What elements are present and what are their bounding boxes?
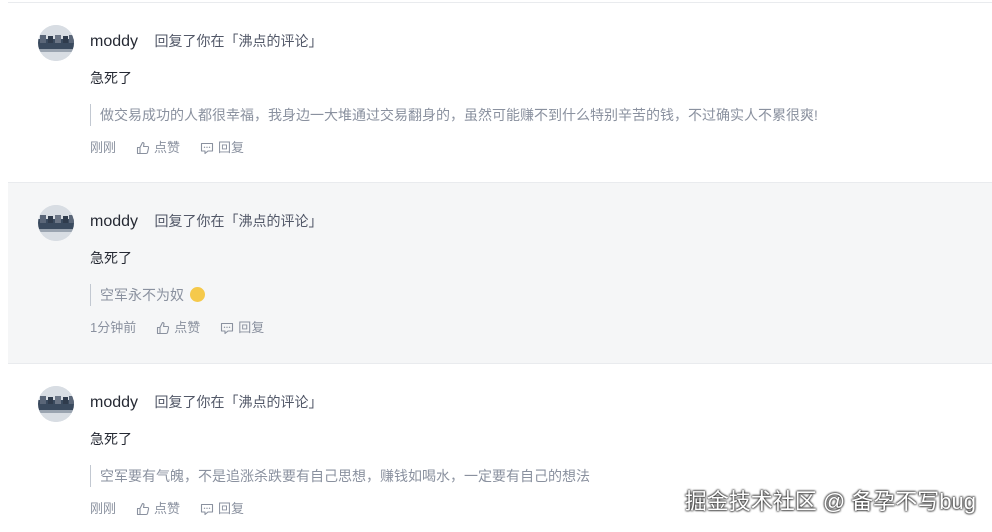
quoted-comment[interactable]: 空军永不为奴 (90, 284, 205, 306)
like-button[interactable]: 点赞 (136, 498, 180, 520)
timestamp: 刚刚 (90, 140, 117, 155)
timestamp: 刚刚 (90, 501, 117, 516)
action-bar: 刚刚 点赞 回复 (90, 498, 264, 520)
thumbs-up-icon (157, 321, 170, 335)
timestamp: 1分钟前 (90, 320, 137, 335)
like-button[interactable]: 点赞 (136, 137, 180, 159)
action-text[interactable]: 回复了你在「沸点的评论」 (154, 394, 322, 410)
like-button[interactable]: 点赞 (156, 317, 200, 339)
reply-label: 回复 (218, 501, 245, 516)
clap-emoji-icon (189, 287, 205, 302)
reply-content: 急死了 (90, 431, 132, 447)
avatar[interactable] (38, 25, 74, 61)
quoted-comment[interactable]: 空军要有气魄，不是追涨杀跌要有自己思想，赚钱如喝水，一定要有自己的想法 (90, 465, 590, 487)
action-bar: 1分钟前 点赞 回复 (90, 317, 284, 339)
username-link[interactable]: moddy (90, 394, 138, 411)
like-label: 点赞 (174, 320, 201, 335)
quoted-text: 做交易成功的人都很幸福，我身边一大堆通过交易翻身的，虽然可能赚不到什么特别辛苦的… (100, 107, 818, 123)
notification-page: moddy 回复了你在「沸点的评论」 急死了 做交易成功的人都很幸福，我身边一大… (0, 0, 992, 532)
notification-header: moddy 回复了你在「沸点的评论」 (90, 209, 322, 233)
reply-button[interactable]: 回复 (200, 137, 244, 159)
quoted-comment[interactable]: 做交易成功的人都很幸福，我身边一大堆通过交易翻身的，虽然可能赚不到什么特别辛苦的… (90, 104, 818, 126)
reply-button[interactable]: 回复 (220, 317, 264, 339)
reply-label: 回复 (218, 140, 245, 155)
notification-item[interactable]: moddy 回复了你在「沸点的评论」 急死了 空军永不为奴 1分钟前 点赞 回复 (8, 182, 992, 363)
notification-item[interactable]: moddy 回复了你在「沸点的评论」 急死了 做交易成功的人都很幸福，我身边一大… (8, 2, 992, 183)
avatar[interactable] (38, 386, 74, 422)
reply-button[interactable]: 回复 (200, 498, 244, 520)
action-text[interactable]: 回复了你在「沸点的评论」 (154, 33, 322, 49)
like-label: 点赞 (154, 501, 181, 516)
notification-header: moddy 回复了你在「沸点的评论」 (90, 29, 322, 53)
thumbs-up-icon (136, 141, 150, 155)
username-link[interactable]: moddy (90, 33, 138, 50)
quoted-text: 空军永不为奴 (100, 287, 184, 303)
quoted-text: 空军要有气魄，不是追涨杀跌要有自己思想，赚钱如喝水，一定要有自己的想法 (100, 468, 590, 484)
action-text[interactable]: 回复了你在「沸点的评论」 (154, 213, 322, 229)
like-label: 点赞 (154, 140, 181, 155)
username-link[interactable]: moddy (90, 213, 138, 230)
action-bar: 刚刚 点赞 回复 (90, 137, 264, 159)
comment-icon (200, 142, 214, 155)
comment-icon (200, 503, 214, 516)
thumbs-up-icon (136, 502, 150, 516)
reply-label: 回复 (238, 320, 265, 335)
reply-content: 急死了 (90, 70, 132, 86)
avatar[interactable] (38, 205, 74, 241)
watermark: 掘金技术社区 @ 备孕不写bug (684, 489, 976, 514)
comment-icon (221, 322, 234, 335)
notification-header: moddy 回复了你在「沸点的评论」 (90, 390, 322, 414)
reply-content: 急死了 (90, 250, 132, 266)
